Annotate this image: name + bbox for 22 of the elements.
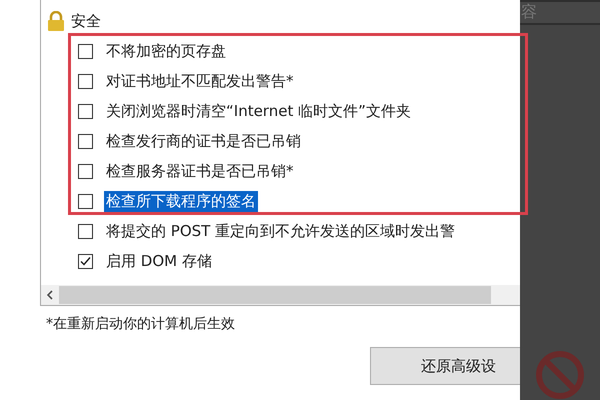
- option-label[interactable]: 对证书地址不匹配发出警告*: [104, 70, 296, 92]
- checkbox[interactable]: [78, 74, 93, 88]
- checkbox[interactable]: [78, 134, 93, 148]
- restore-button[interactable]: 还原高级设: [370, 347, 520, 385]
- footnote: *在重新启动你的计算机后生效: [46, 315, 236, 333]
- lock-icon: [47, 11, 65, 31]
- option-label[interactable]: 不将加密的页存盘: [104, 40, 228, 62]
- option-label[interactable]: 启用 DOM 存储: [104, 250, 214, 272]
- option-label[interactable]: 将提交的 POST 重定向到不允许发送的区域时发出警: [104, 220, 458, 242]
- option-label[interactable]: 检查发行商的证书是否已吊销: [104, 130, 303, 152]
- prohibited-icon: [535, 350, 585, 400]
- checkbox[interactable]: [78, 194, 93, 208]
- checkbox[interactable]: [78, 44, 93, 58]
- option-label[interactable]: 检查服务器证书是否已吊销*: [104, 160, 296, 182]
- horizontal-scrollbar[interactable]: [41, 285, 520, 305]
- checkbox[interactable]: [78, 224, 93, 238]
- checkbox[interactable]: [78, 104, 93, 118]
- option-label[interactable]: 检查所下载程序的签名: [104, 190, 258, 212]
- group-title: 安全: [71, 12, 101, 30]
- option-label[interactable]: 关闭浏览器时清空“Internet 临时文件”文件夹: [104, 100, 413, 122]
- checkbox[interactable]: [78, 164, 93, 178]
- checkbox[interactable]: [78, 254, 93, 268]
